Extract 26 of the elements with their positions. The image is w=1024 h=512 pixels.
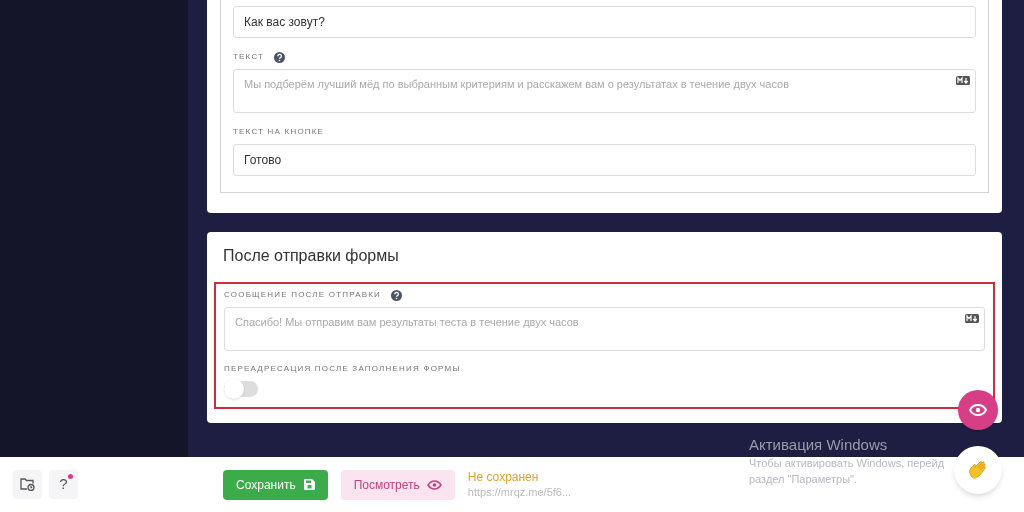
textarea-field[interactable]: Спасибо! Мы отправим вам результаты теста в течение двух часов xyxy=(224,307,985,351)
preview-button[interactable]: Посмотреть xyxy=(340,469,455,500)
text-field[interactable]: Готово xyxy=(233,144,976,176)
save-status: Не сохранен xyxy=(467,469,540,485)
activation-text: раздел "Параметры". xyxy=(749,472,859,487)
help-button[interactable]: ? xyxy=(49,470,78,499)
form-url: https://mrqz.me/5f6... xyxy=(467,484,572,500)
help-icon[interactable] xyxy=(274,51,286,63)
field-label: ПЕРЕАДРЕСАЦИЯ ПОСЛЕ ЗАПОЛНЕНИЯ ФОРМЫ xyxy=(224,363,461,375)
field-label: ТЕКСТ НА КНОПКЕ xyxy=(233,126,325,138)
activation-title: Активация Windows xyxy=(749,437,889,453)
help-icon[interactable] xyxy=(391,289,403,301)
eye-icon xyxy=(969,404,987,416)
history-button[interactable] xyxy=(13,470,42,499)
text-field[interactable]: Как вас зовут? xyxy=(233,6,976,38)
textarea-field[interactable]: Мы подберём лучший мёд по выбранным критериям и расскажем вам о результатах в течение двух часов xyxy=(233,69,976,113)
chat-button[interactable] xyxy=(954,446,1002,494)
markdown-icon xyxy=(965,314,979,323)
markdown-icon xyxy=(956,76,970,85)
field-label: СООБЩЕНИЕ ПОСЛЕ ОТПРАВКИ xyxy=(224,289,382,301)
field-label: ТЕКСТ xyxy=(233,51,265,63)
section-title: После отправки формы xyxy=(222,246,400,266)
redirect-toggle[interactable] xyxy=(224,381,258,397)
folder-clock-icon xyxy=(20,478,35,491)
activation-text: Чтобы активировать Windows, перейд xyxy=(749,456,945,471)
eye-icon xyxy=(426,479,442,490)
